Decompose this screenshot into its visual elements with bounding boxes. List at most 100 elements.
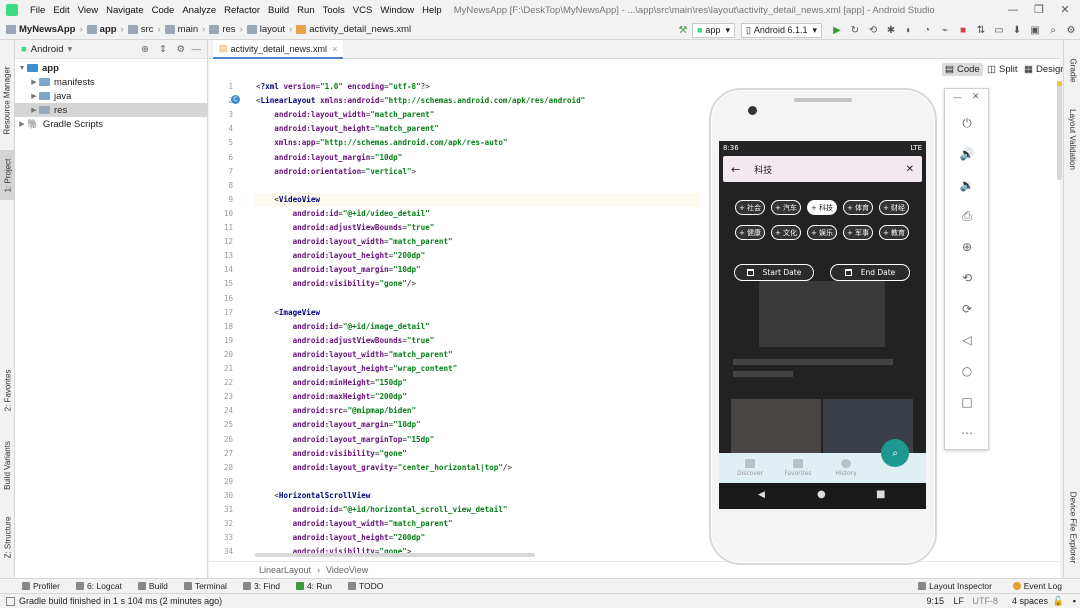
tool-event-log[interactable]: Event Log	[1012, 581, 1062, 591]
breadcrumb-videoview[interactable]: VideoView	[326, 565, 368, 575]
overview-icon[interactable]: ■	[876, 489, 885, 500]
code-line[interactable]: android:layout_width="match_parent"	[256, 110, 434, 120]
code-line[interactable]: android:layout_height="match_parent"	[256, 124, 439, 134]
profile-icon[interactable]: ◔	[919, 22, 935, 38]
power-icon[interactable]: ⏻	[955, 111, 979, 135]
tab-activity-detail-news[interactable]: ▤ activity_detail_news.xml ×	[213, 40, 344, 59]
rotate-left-icon[interactable]: ⟲	[955, 266, 979, 290]
menu-code[interactable]: Code	[148, 5, 179, 16]
tool-terminal[interactable]: Terminal	[183, 581, 227, 591]
tool-run[interactable]: 4: Run	[295, 581, 332, 591]
minimize-icon[interactable]: —	[953, 93, 962, 103]
layout-inspector-icon[interactable]: ▣	[1027, 22, 1043, 38]
menu-run[interactable]: Run	[293, 5, 318, 16]
split-mode-button[interactable]: ◫ Split	[984, 63, 1020, 76]
category-chip-entertainment[interactable]: + 娱乐	[807, 225, 837, 240]
inspection-status-icon[interactable]	[1057, 81, 1062, 86]
status-panel-icon[interactable]	[6, 596, 15, 606]
menu-vcs[interactable]: VCS	[349, 5, 377, 16]
settings-icon[interactable]: ⚙	[1063, 22, 1079, 38]
sdk-manager-icon[interactable]: ⬇	[1009, 22, 1025, 38]
indent-setting[interactable]: 4 spaces	[1012, 596, 1048, 606]
code-line[interactable]: xmlns:app="http://schemas.android.com/ap…	[256, 138, 507, 148]
code-line[interactable]: <LinearLayout xmlns:android="http://sche…	[256, 96, 585, 106]
code-line[interactable]: android:visibility="gone"/>	[256, 279, 416, 289]
home-icon[interactable]: ●	[817, 489, 826, 500]
lock-icon[interactable]: 🔓	[1053, 596, 1064, 607]
overview-icon[interactable]: □	[955, 390, 979, 414]
tool-todo[interactable]: TODO	[348, 581, 383, 591]
end-date-button[interactable]: End Date	[830, 264, 910, 281]
close-tab-icon[interactable]: ×	[332, 44, 337, 54]
nav-history[interactable]: History	[826, 459, 866, 477]
close-window-icon[interactable]: ✕	[1054, 3, 1076, 16]
menu-edit[interactable]: Edit	[49, 5, 73, 16]
code-line[interactable]: android:adjustViewBounds="true"	[256, 223, 435, 233]
code-line[interactable]: android:id="@+id/image_detail"	[256, 322, 430, 332]
project-view-select[interactable]: Android	[31, 44, 64, 55]
code-line[interactable]: android:layout_marginTop="15dp"	[256, 435, 435, 445]
code-line[interactable]: android:layout_width="match_parent"	[256, 350, 453, 360]
collapsed-arrow-icon[interactable]: ▶	[29, 78, 39, 86]
category-chip-auto[interactable]: + 汽车	[771, 200, 801, 215]
restore-icon[interactable]: ❐	[1028, 3, 1050, 16]
zoom-icon[interactable]: ⊕	[955, 235, 979, 259]
file-encoding[interactable]: UTF-8	[973, 596, 999, 606]
emulator-screen[interactable]: 8:36 LTE ← 科技 ✕ + 社会 + 汽车 + 科技 + 体育 + 财经…	[719, 141, 926, 509]
code-line[interactable]: <ImageView	[256, 308, 320, 318]
tree-item-app[interactable]: ▼ app	[15, 61, 207, 75]
menu-analyze[interactable]: Analyze	[178, 5, 220, 16]
expanded-arrow-icon[interactable]: ▼	[17, 65, 27, 72]
code-line[interactable]: <HorizontalScrollView	[256, 491, 370, 501]
more-options-icon[interactable]: ⋯	[955, 421, 979, 445]
search-bar[interactable]: ← 科技 ✕	[723, 156, 922, 182]
menu-window[interactable]: Window	[376, 5, 418, 16]
volume-up-icon[interactable]: 🔊	[955, 142, 979, 166]
tool-find[interactable]: 3: Find	[242, 581, 280, 591]
tree-item-manifests[interactable]: ▶ manifests	[15, 75, 207, 89]
attach-debugger-icon[interactable]: ⌁	[937, 22, 953, 38]
volume-down-icon[interactable]: 🔉	[955, 173, 979, 197]
tree-item-res[interactable]: ▶ res	[15, 103, 207, 117]
code-line[interactable]: android:maxHeight="200dp"	[256, 392, 407, 402]
tree-item-gradle-scripts[interactable]: ▶ 🐘 Gradle Scripts	[15, 117, 207, 131]
category-chip-society[interactable]: + 社会	[735, 200, 765, 215]
home-icon[interactable]: ○	[955, 359, 979, 383]
coverage-icon[interactable]: ◐	[901, 22, 917, 38]
code-line[interactable]: android:id="@+id/video_detail"	[256, 209, 430, 219]
start-date-button[interactable]: Start Date	[734, 264, 814, 281]
code-line[interactable]: <?xml version="1.0" encoding="utf-8"?>	[256, 82, 430, 92]
breadcrumb-app[interactable]: app ›	[86, 24, 124, 35]
vertical-scrollbar[interactable]	[1057, 84, 1062, 180]
apply-code-changes-icon[interactable]: ⟲	[865, 22, 881, 38]
gear-icon[interactable]: ⚙	[176, 44, 185, 55]
code-line[interactable]: android:adjustViewBounds="true"	[256, 336, 435, 346]
collapsed-arrow-icon[interactable]: ▶	[17, 120, 27, 128]
category-chip-military[interactable]: + 军事	[843, 225, 873, 240]
minimize-icon[interactable]: —	[1002, 3, 1024, 16]
tree-item-java[interactable]: ▶ java	[15, 89, 207, 103]
tab-device-file-explorer[interactable]: Device File Explorer	[1065, 485, 1080, 570]
debug-icon[interactable]: ✱	[883, 22, 899, 38]
code-line[interactable]: <VideoView	[256, 195, 320, 205]
breadcrumb-main[interactable]: main ›	[164, 24, 205, 35]
menu-build[interactable]: Build	[264, 5, 293, 16]
clear-icon[interactable]: ✕	[906, 164, 914, 175]
code-line[interactable]: android:layout_width="match_parent"	[256, 237, 453, 247]
menu-view[interactable]: View	[74, 5, 102, 16]
tool-build[interactable]: Build	[137, 581, 168, 591]
breadcrumb-src[interactable]: src ›	[127, 24, 161, 35]
category-chip-health[interactable]: + 健康	[735, 225, 765, 240]
breadcrumb-linearlayout[interactable]: LinearLayout	[259, 565, 311, 575]
menu-tools[interactable]: Tools	[319, 5, 349, 16]
category-chip-education[interactable]: + 教育	[879, 225, 909, 240]
locate-icon[interactable]: ⊕	[141, 44, 149, 55]
code-editor[interactable]: <?xml version="1.0" encoding="utf-8"?> <L…	[254, 81, 700, 561]
nav-discover[interactable]: Discover	[730, 459, 770, 477]
class-marker-icon[interactable]: C	[231, 95, 240, 105]
collapsed-arrow-icon[interactable]: ▶	[29, 106, 39, 114]
back-icon[interactable]: ◁	[955, 328, 979, 352]
stop-icon[interactable]: ■	[955, 22, 971, 38]
code-line[interactable]: android:layout_gravity="center_horizonta…	[256, 463, 512, 473]
back-icon[interactable]: ◀	[758, 490, 765, 500]
